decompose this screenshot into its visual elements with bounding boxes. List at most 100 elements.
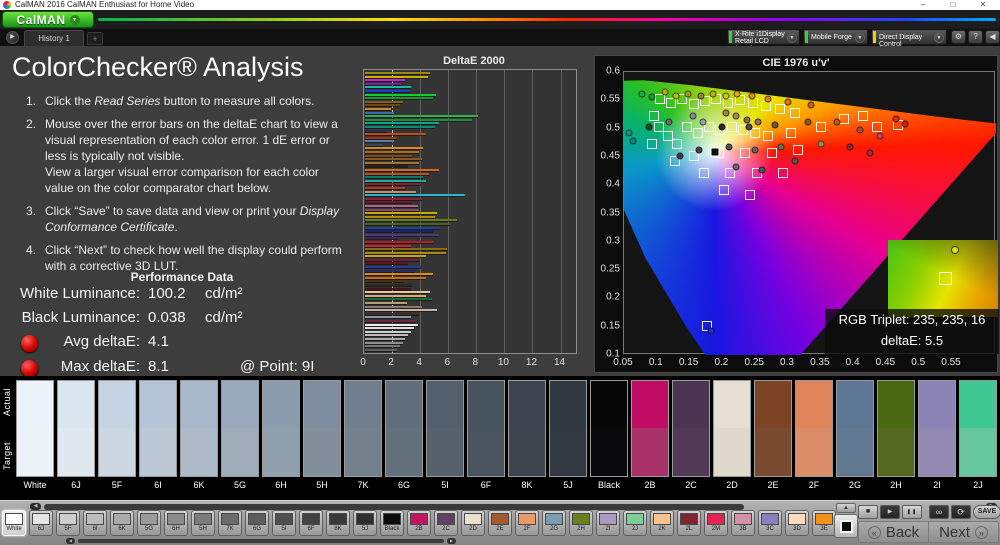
error-bar[interactable] xyxy=(365,140,394,142)
error-bar[interactable] xyxy=(365,147,423,149)
patch-button-3E[interactable]: 3E xyxy=(812,510,836,536)
patch-button-7K[interactable]: 7K xyxy=(218,510,242,536)
patch-button-8K[interactable]: 8K xyxy=(326,510,350,536)
error-bar[interactable] xyxy=(365,198,422,200)
error-bar[interactable] xyxy=(365,291,430,293)
patch-button-6K[interactable]: 6K xyxy=(110,510,134,536)
error-bar[interactable] xyxy=(365,115,478,117)
error-bar[interactable] xyxy=(365,162,419,164)
error-bar[interactable] xyxy=(365,169,439,171)
error-bar[interactable] xyxy=(365,76,428,78)
patch-button-3C[interactable]: 3C xyxy=(758,510,782,536)
error-bar[interactable] xyxy=(365,284,412,286)
error-bar[interactable] xyxy=(365,205,418,207)
error-bar[interactable] xyxy=(365,245,411,247)
error-bar[interactable] xyxy=(365,112,394,114)
patch-button-3B[interactable]: 3B xyxy=(731,510,755,536)
patch-button-White[interactable]: White xyxy=(2,510,26,536)
display-control-dropdown[interactable]: Direct Display Control ▼ xyxy=(871,29,947,45)
error-bar[interactable] xyxy=(365,79,405,81)
error-bar[interactable] xyxy=(365,201,412,203)
help-icon[interactable]: ? xyxy=(968,30,983,44)
error-bar[interactable] xyxy=(365,130,387,132)
error-bar[interactable] xyxy=(365,151,419,153)
error-bar[interactable] xyxy=(365,122,439,124)
secondary-scrollbar[interactable] xyxy=(78,539,444,543)
scroll-right-icon[interactable]: ▶ xyxy=(447,538,456,544)
error-bar[interactable] xyxy=(365,144,383,146)
error-bar[interactable] xyxy=(365,223,450,225)
source-dropdown[interactable]: Mobile Forge ▼ xyxy=(803,29,868,45)
patch-button-2J[interactable]: 2J xyxy=(623,510,647,536)
patch-button-6G[interactable]: 6G xyxy=(245,510,269,536)
error-bar[interactable] xyxy=(365,349,397,351)
stop-button[interactable]: ■ xyxy=(858,505,878,519)
error-bar[interactable] xyxy=(365,327,414,329)
error-bar[interactable] xyxy=(365,255,426,257)
patch-button-2I[interactable]: 2I xyxy=(596,510,620,536)
meter-dropdown[interactable]: X-Rite i1Display Retail LCD (LED) ▼ xyxy=(727,29,800,45)
patch-button-5G[interactable]: 5G xyxy=(137,510,161,536)
error-bar[interactable] xyxy=(365,324,418,326)
error-bar[interactable] xyxy=(365,266,421,268)
refresh-icon[interactable]: ⟳ xyxy=(951,505,971,519)
error-bar[interactable] xyxy=(365,277,426,279)
next-button[interactable]: Next » xyxy=(929,522,998,542)
error-bar[interactable] xyxy=(365,259,419,261)
error-bar[interactable] xyxy=(365,309,437,311)
error-bar[interactable] xyxy=(365,183,421,185)
patch-button-5F[interactable]: 5F xyxy=(56,510,80,536)
pattern-window-button[interactable] xyxy=(834,514,858,538)
patch-button-6I[interactable]: 6I xyxy=(83,510,107,536)
error-bar[interactable] xyxy=(365,345,400,347)
error-bar[interactable] xyxy=(365,288,411,290)
settings-gear-icon[interactable]: ⚙ xyxy=(951,30,966,44)
error-bar[interactable] xyxy=(365,173,429,175)
error-bar[interactable] xyxy=(365,252,446,254)
patch-button-2E[interactable]: 2E xyxy=(488,510,512,536)
error-bar[interactable] xyxy=(365,158,422,160)
error-bar[interactable] xyxy=(365,94,436,96)
error-bar[interactable] xyxy=(365,155,412,157)
patch-button-2G[interactable]: 2G xyxy=(542,510,566,536)
patch-button-2C[interactable]: 2C xyxy=(434,510,458,536)
error-bar[interactable] xyxy=(365,212,437,214)
collapse-icon[interactable]: ◀ xyxy=(985,30,1000,44)
error-bar[interactable] xyxy=(365,101,403,103)
patch-button-5I[interactable]: 5I xyxy=(272,510,296,536)
patch-button-5H[interactable]: 5H xyxy=(191,510,215,536)
patch-button-6F[interactable]: 6F xyxy=(299,510,323,536)
pause-button[interactable]: ❚❚ xyxy=(902,505,922,519)
error-bar[interactable] xyxy=(365,270,415,272)
patch-button-3D[interactable]: 3D xyxy=(785,510,809,536)
error-bar[interactable] xyxy=(365,313,419,315)
error-bar[interactable] xyxy=(365,320,415,322)
error-bar[interactable] xyxy=(365,104,400,106)
calman-menu-button[interactable]: CalMAN ▾ xyxy=(2,11,94,28)
error-bar[interactable] xyxy=(365,331,411,333)
error-bar[interactable] xyxy=(365,241,433,243)
play-read-series-button[interactable]: ▶ xyxy=(880,505,900,519)
error-bar[interactable] xyxy=(365,83,401,85)
error-bar[interactable] xyxy=(365,191,416,193)
close-button[interactable]: ✕ xyxy=(976,0,990,10)
patch-button-2K[interactable]: 2K xyxy=(650,510,674,536)
patch-button-2F[interactable]: 2F xyxy=(515,510,539,536)
patch-button-2H[interactable]: 2H xyxy=(569,510,593,536)
error-bar[interactable] xyxy=(365,108,391,110)
error-bar[interactable] xyxy=(365,280,404,282)
error-bar[interactable] xyxy=(365,97,433,99)
error-bar[interactable] xyxy=(365,262,408,264)
error-bar[interactable] xyxy=(365,334,408,336)
error-bar[interactable] xyxy=(365,342,403,344)
add-tab-button[interactable]: + xyxy=(87,32,103,45)
error-bar[interactable] xyxy=(365,338,405,340)
error-bar[interactable] xyxy=(365,187,405,189)
error-bar[interactable] xyxy=(365,90,410,92)
error-bar[interactable] xyxy=(365,227,440,229)
error-bar[interactable] xyxy=(365,133,426,135)
patch-button-6J[interactable]: 6J xyxy=(29,510,53,536)
error-bar[interactable] xyxy=(365,126,435,128)
patch-button-Black[interactable]: Black xyxy=(380,510,404,536)
error-bar[interactable] xyxy=(365,176,423,178)
